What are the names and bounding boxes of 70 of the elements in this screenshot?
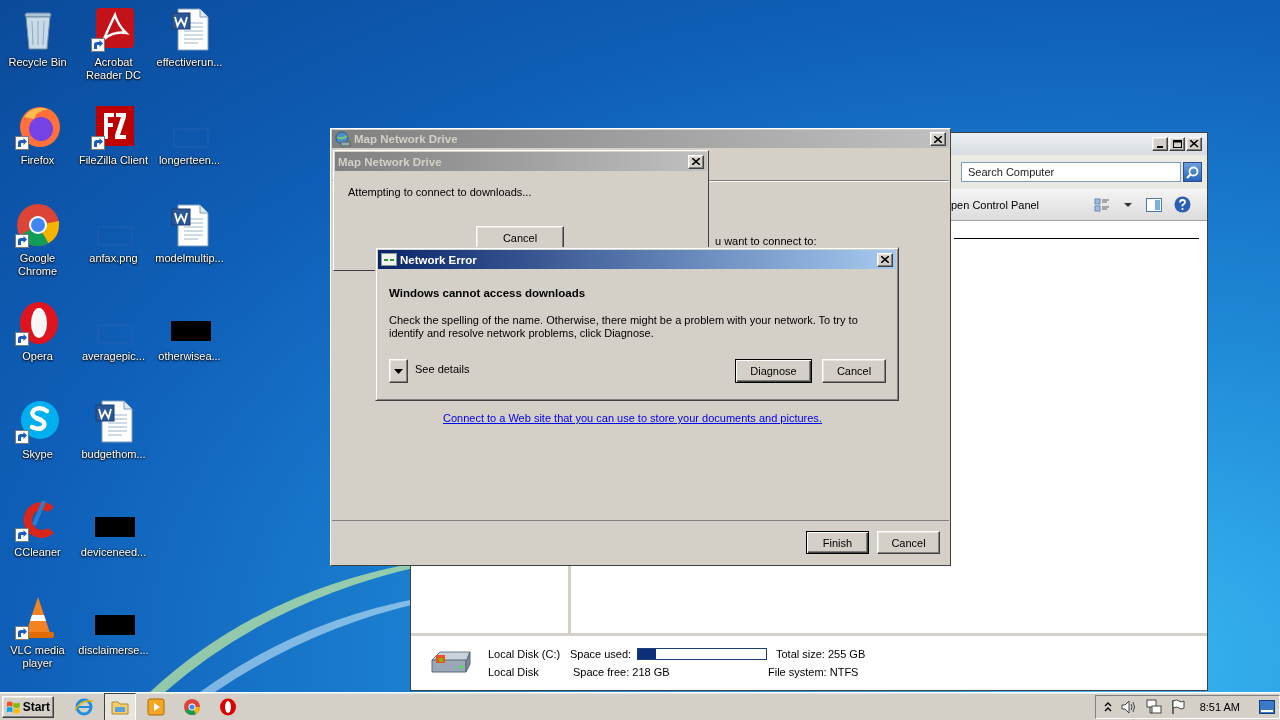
desktop-icon-label[interactable]: disclaimerse... (78, 644, 149, 657)
desktop-icon-label[interactable]: averagepic... (82, 350, 145, 363)
network-icon[interactable] (1145, 698, 1162, 715)
maximize-button[interactable] (1169, 137, 1185, 151)
error-message: Check the spelling of the name. Otherwise, there might be a problem with your network. To try to identify and resolve network problems, click Diagnose. (389, 314, 859, 340)
chrome-ball-icon[interactable] (13, 201, 62, 249)
close-button[interactable] (877, 252, 893, 267)
dialog-button[interactable]: Cancel (822, 359, 886, 383)
network-icon (381, 253, 397, 266)
views-icon[interactable] (1094, 197, 1110, 212)
caret-icon (394, 368, 403, 374)
desktop-icon-label[interactable]: Skype (22, 448, 53, 461)
drive-type: Local Disk (488, 666, 540, 678)
windows-logo-icon (6, 699, 21, 714)
details-toggle-button[interactable] (389, 359, 408, 383)
show-desktop-icon[interactable] (1259, 699, 1275, 714)
window-title: Network Error (400, 253, 478, 266)
desktop-icon-label[interactable]: modelmultip... (155, 252, 224, 265)
chevron-icon[interactable] (1103, 701, 1112, 712)
folder-icon[interactable] (104, 692, 136, 720)
toolbar-command[interactable]: pen Control Panel (951, 198, 1094, 211)
caret-icon[interactable] (1124, 202, 1132, 207)
desktop-icon-label[interactable]: Recycle Bin (8, 56, 67, 69)
desktop-icon-label[interactable]: budgethom... (81, 448, 146, 461)
space-used-label: Space used: (570, 648, 632, 660)
search-icon (1186, 165, 1199, 179)
web-site-link[interactable]: Connect to a Web site that you can use to store your documents and pictures. (443, 412, 822, 424)
window-title: Map Network Drive (338, 155, 443, 168)
see-details-label[interactable]: See details (415, 363, 735, 375)
search-button[interactable] (1183, 162, 1202, 182)
cancel-button[interactable]: Cancel (476, 226, 564, 250)
desktop-icon-label[interactable]: Google Chrome (1, 252, 74, 278)
search-field[interactable]: Search Computer (961, 162, 1181, 182)
dialog-button[interactable]: Diagnose (735, 359, 812, 383)
status-message: Attempting to connect to downloads... (348, 186, 533, 198)
desktop-icon-label[interactable]: otherwisea... (158, 350, 221, 363)
flag-icon[interactable] (1170, 698, 1185, 715)
start-button[interactable]: Start (2, 695, 54, 718)
speaker-icon[interactable] (1120, 699, 1137, 714)
close-icon (881, 256, 889, 263)
close-icon (934, 135, 942, 143)
desktop-icon-label[interactable]: deviceneed... (80, 546, 147, 559)
help-icon[interactable] (1174, 196, 1191, 213)
desktop-icon-label[interactable]: VLC media player (1, 644, 74, 670)
network-drive-icon (335, 131, 351, 147)
desktop-icon-label[interactable]: anfax.png (89, 252, 138, 265)
maximize-icon (1172, 140, 1182, 148)
total-size-text: Total size: 255 GB (776, 648, 866, 660)
minimize-button[interactable] (1152, 137, 1168, 151)
file-system-text: File system: NTFS (768, 666, 860, 678)
drive-name: Local Disk (C:) (488, 648, 562, 660)
desktop-icon-label[interactable]: Opera (22, 350, 53, 363)
prompt-text: u want to connect to: (715, 235, 818, 247)
desktop-icon-label[interactable]: Acrobat Reader DC (77, 56, 150, 82)
desktop-icon-label[interactable]: FileZilla Client (78, 154, 149, 167)
wizard-button[interactable]: Finish (806, 531, 869, 554)
close-button[interactable] (1186, 137, 1202, 151)
desktop-icon-label[interactable]: longerteen... (158, 154, 221, 167)
wizard-button[interactable]: Cancel (877, 531, 940, 554)
close-button[interactable] (688, 154, 704, 169)
desktop-icon-label[interactable]: Firefox (20, 154, 55, 167)
desktop-icon-label[interactable]: CCleaner (14, 546, 61, 559)
close-icon (692, 158, 700, 165)
desktop-icon-label[interactable]: effectiverun... (156, 56, 223, 69)
window-title: Map Network Drive (354, 133, 459, 145)
close-icon (1189, 140, 1199, 148)
preview-pane-icon[interactable] (1146, 197, 1162, 212)
close-button[interactable] (930, 132, 946, 146)
clock[interactable]: 8:51 AM (1199, 700, 1240, 713)
error-heading: Windows cannot access downloads (389, 287, 587, 299)
